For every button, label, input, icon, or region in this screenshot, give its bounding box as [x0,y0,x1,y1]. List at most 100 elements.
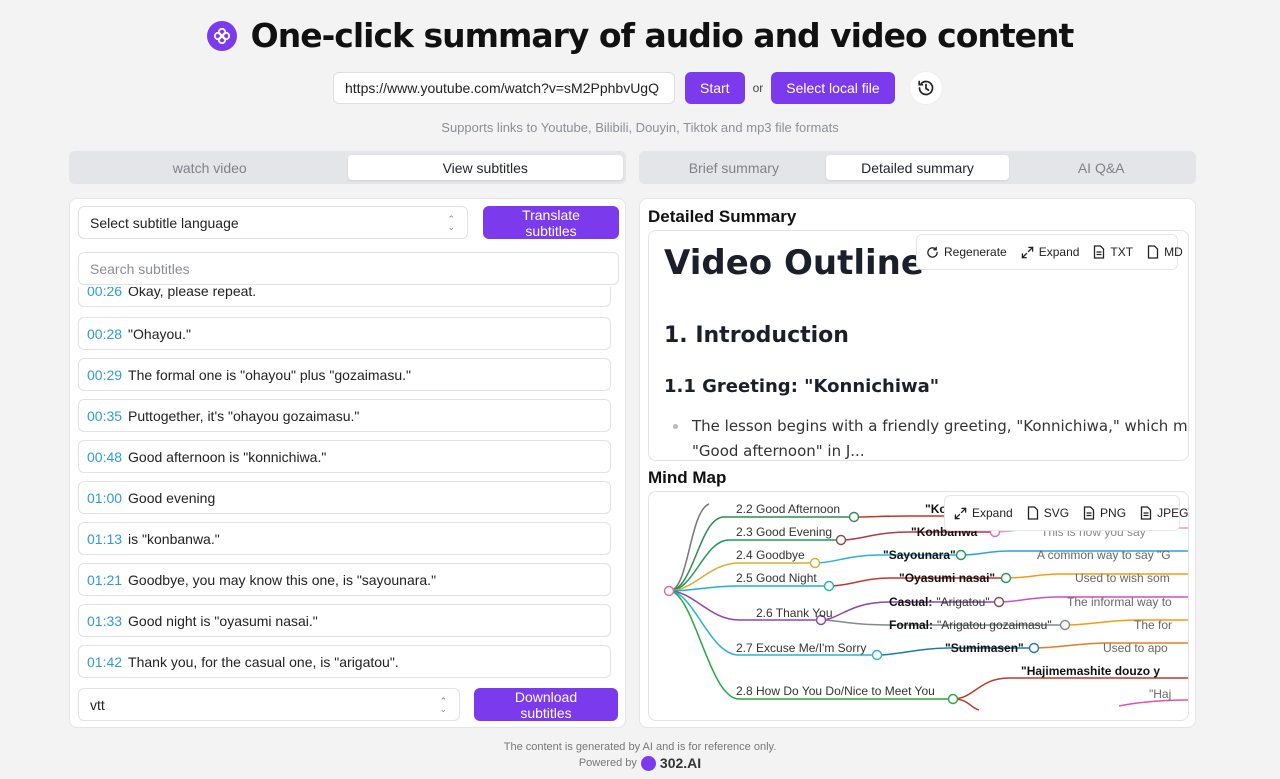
expand-mind-map-button[interactable]: Expand [954,506,1013,520]
detailed-summary-title: Detailed Summary [648,207,797,226]
mm-node-2-7: 2.7 Excuse Me/I'm Sorry [736,641,866,655]
mind-map-toolbar: Expand SVG PNG JPEG [944,495,1188,531]
subtitle-text: Puttogether, it's "ohayou gozaimasu." [128,407,360,424]
page-title: One-click summary of audio and video con… [250,16,1075,55]
subtitle-language-select[interactable]: Select subtitle language ⌃ ⌄ [78,206,468,239]
subtitle-list[interactable]: 00:26 Okay, please repeat. 00:28 "Ohayou."… [78,287,611,681]
mm-node-formal: Formal: "Arigatou gozaimasu" [889,618,1052,632]
export-txt-button[interactable]: TXT [1093,245,1133,259]
or-label: or [752,81,764,95]
subtitle-text: is "konbanwa." [128,530,220,547]
subtitle-row[interactable]: 01:21 Goodbye, you may know this one, is … [78,563,611,596]
flower-logo-icon [206,20,237,51]
subtitle-text: The formal one is "ohayou" plus "gozaima… [128,366,411,383]
txt-label: TXT [1110,245,1134,259]
subtitle-timestamp[interactable]: 01:00 [87,490,122,506]
url-input[interactable] [333,72,675,104]
subtitle-row[interactable]: 00:26 Okay, please repeat. [78,287,611,307]
outline-heading-3: 1.1 Greeting: "Konnichiwa" [664,376,940,397]
svg-label: SVG [1043,506,1070,520]
summary-toolbar: Regenerate Expand TXT MD [916,234,1183,270]
mm-node-sumimasen: "Sumimasen" [945,641,1024,655]
subtitle-row[interactable]: 01:33 Good night is "oyasumi nasai." [78,604,611,637]
subtitle-text: "Ohayou." [128,325,191,342]
outline-bullet-continued: "Good afternoon" in J... [692,442,865,460]
select-chevron-icon: ⌃ ⌄ [447,213,455,232]
mm-node-2-3: 2.3 Good Evening [736,525,832,539]
tab-detailed-summary[interactable]: Detailed summary [825,155,1010,180]
subtitle-timestamp[interactable]: 00:28 [87,326,122,342]
md-label: MD [1164,245,1183,259]
subtitles-panel: Select subtitle language ⌃ ⌄ Translate su… [69,198,626,728]
subtitle-timestamp[interactable]: 00:26 [87,287,122,299]
translate-subtitles-button[interactable]: Translate subtitles [483,206,619,239]
mind-map[interactable]: 2.2 Good Afternoon 2.3 Good Evening 2.4 … [648,491,1189,721]
search-subtitles-input[interactable] [78,252,619,285]
mm-desc-2-6b: The for [1134,618,1172,632]
subtitle-timestamp[interactable]: 00:35 [87,408,122,424]
subtitle-format-select[interactable]: vtt ⌃ ⌄ [78,688,460,721]
mm-desc-2-6a: The informal way to [1067,595,1172,609]
brand-name[interactable]: 302.AI [660,755,701,771]
mm-node-2-2: 2.2 Good Afternoon [736,502,840,516]
start-button[interactable]: Start [685,72,745,104]
mm-desc-2-5: Used to wish som [1075,571,1170,585]
export-png-button[interactable]: PNG [1083,506,1126,520]
expand-summary-button[interactable]: Expand [1021,245,1079,259]
mm-node-casual: Casual: "Arigatou" [889,595,990,609]
subtitle-row[interactable]: 01:00 Good evening [78,481,611,514]
subtitle-format-value: vtt [90,696,105,713]
export-md-button[interactable]: MD [1147,245,1183,259]
history-button[interactable] [908,71,943,105]
mm-node-2-4: 2.4 Goodbye [736,548,805,562]
document-icon [1083,506,1095,520]
subtitle-row[interactable]: 00:29 The formal one is "ohayou" plus "go… [78,358,611,391]
tab-brief-summary[interactable]: Brief summary [642,155,826,180]
subtitle-timestamp[interactable]: 00:48 [87,449,122,465]
subtitle-row[interactable]: 00:28 "Ohayou." [78,317,611,350]
summary-panel: Detailed Summary Video Outline 1. Introd… [639,198,1196,728]
expand-label: Expand [972,506,1013,520]
expand-icon [954,507,967,519]
tab-ai-qa[interactable]: AI Q&A [1009,155,1193,180]
subtitle-text: Thank you, for the casual one, is "ariga… [128,653,399,670]
subtitle-text: Okay, please repeat. [128,287,257,299]
select-local-file-button[interactable]: Select local file [771,72,895,104]
outline-heading-1: Video Outline [664,243,924,283]
page-header: One-click summary of audio and video con… [0,16,1280,55]
mm-node-2-8: 2.8 How Do You Do/Nice to Meet You [736,684,935,698]
powered-by: Powered by 302.AI [0,755,1280,771]
download-subtitles-button[interactable]: Download subtitles [474,688,618,721]
mind-map-title: Mind Map [648,468,727,487]
subtitle-row[interactable]: 00:35 Puttogether, it's "ohayou gozaimasu… [78,399,611,432]
url-row: Start or Select local file [333,71,943,105]
mm-node-hajime-2: "Haj [1149,687,1171,701]
subtitle-timestamp[interactable]: 01:33 [87,613,122,629]
png-label: PNG [1100,506,1127,520]
export-jpeg-button[interactable]: JPEG [1140,506,1188,520]
tab-watch-video[interactable]: watch video [72,155,348,180]
document-icon [1027,506,1038,520]
mm-node-sayounara: "Sayounara" [883,548,956,562]
mm-node-2-5: 2.5 Good Night [736,571,817,585]
subtitle-language-placeholder: Select subtitle language [90,214,239,231]
subtitle-timestamp[interactable]: 01:21 [87,572,122,588]
subtitle-row[interactable]: 00:48 Good afternoon is "konnichiwa." [78,440,611,473]
brand-logo-icon [640,755,656,771]
subtitle-row[interactable]: 01:13 is "konbanwa." [78,522,611,555]
outline-heading-2: 1. Introduction [664,323,849,348]
mm-desc-2-7: Used to apo [1103,641,1168,655]
subtitle-timestamp[interactable]: 01:42 [87,654,122,670]
regenerate-button[interactable]: Regenerate [926,245,1007,259]
subtitle-row[interactable]: 01:42 Thank you, for the casual one, is "… [78,645,611,678]
subtitle-timestamp[interactable]: 01:13 [87,531,122,547]
subtitle-text: Goodbye, you may know this one, is "sayo… [128,571,437,588]
document-icon [1147,245,1159,259]
mm-desc-2-4: A common way to say "G [1037,548,1171,562]
subtitle-text: Good night is "oyasumi nasai." [128,612,318,629]
tab-view-subtitles[interactable]: View subtitles [347,155,623,180]
mm-casual-label: Casual: [889,595,932,609]
export-svg-button[interactable]: SVG [1027,506,1069,520]
subtitle-timestamp[interactable]: 00:29 [87,367,122,383]
mm-formal-label: Formal: [889,618,933,632]
